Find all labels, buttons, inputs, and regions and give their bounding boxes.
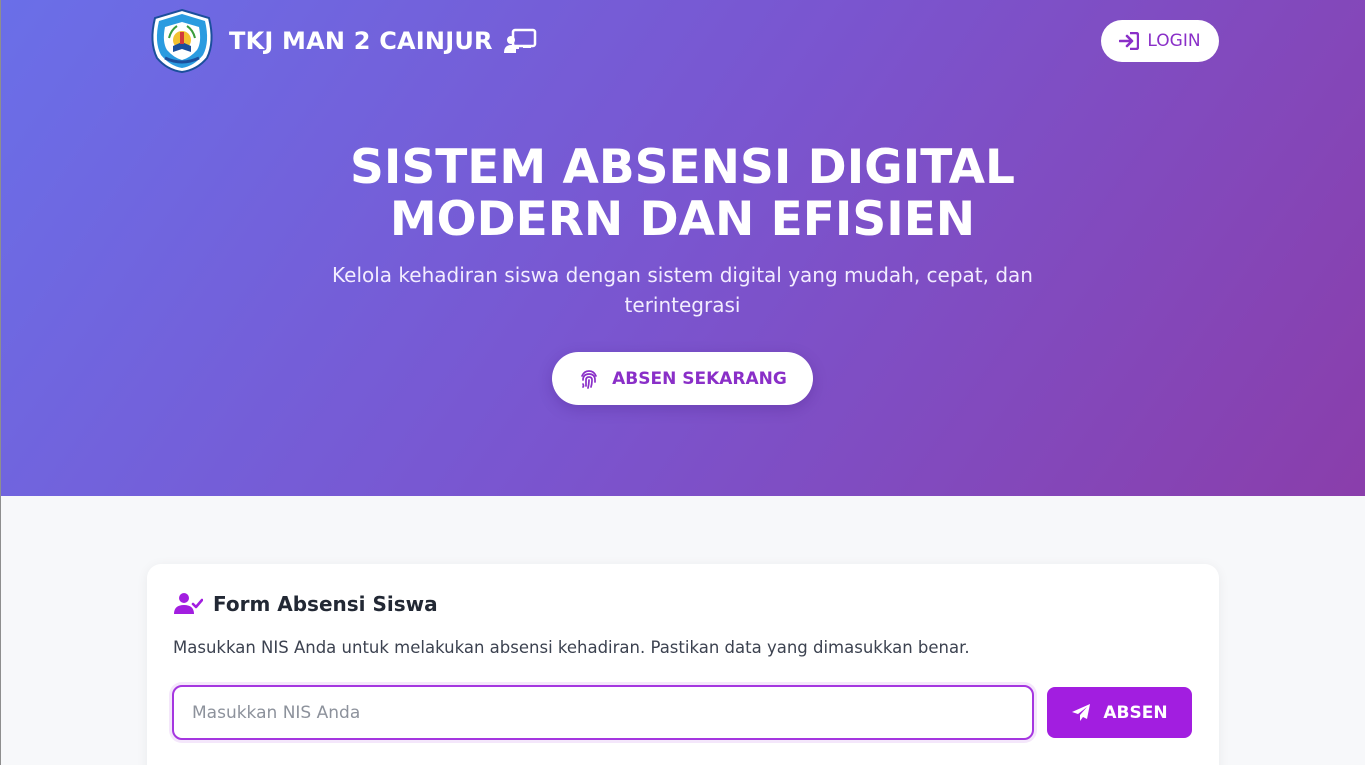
- form-title: Form Absensi Siswa: [213, 592, 438, 616]
- window-edge: [0, 0, 1, 765]
- hero-title-line2: MODERN DAN EFISIEN: [389, 192, 976, 247]
- login-button[interactable]: LOGIN: [1101, 20, 1219, 62]
- form-description: Masukkan NIS Anda untuk melakukan absens…: [173, 638, 970, 657]
- user-check-icon: [174, 593, 203, 614]
- brand-name: TKJ MAN 2 CAINJUR: [229, 27, 493, 55]
- absen-sekarang-button[interactable]: ABSEN SEKARANG: [552, 352, 813, 405]
- nis-input[interactable]: [172, 685, 1034, 740]
- login-label: LOGIN: [1147, 31, 1201, 51]
- hero-section: TKJ MAN 2 CAINJUR LOGIN SISTEM ABSENSI D…: [0, 0, 1365, 496]
- form-header: Form Absensi Siswa: [173, 592, 438, 616]
- paper-plane-icon: [1072, 703, 1091, 721]
- attendance-form-card: Form Absensi Siswa Masukkan NIS Anda unt…: [147, 564, 1219, 765]
- brand[interactable]: TKJ MAN 2 CAINJUR: [147, 8, 537, 74]
- chalkboard-teacher-icon: [503, 28, 537, 54]
- absen-submit-label: ABSEN: [1103, 702, 1168, 723]
- hero-title: SISTEM ABSENSI DIGITAL MODERN DAN EFISIE…: [0, 142, 1365, 246]
- hero-subtitle: Kelola kehadiran siswa dengan sistem dig…: [332, 263, 1033, 317]
- hero-title-line1: SISTEM ABSENSI DIGITAL: [350, 140, 1015, 195]
- navbar: TKJ MAN 2 CAINJUR LOGIN: [147, 8, 1219, 74]
- fingerprint-icon: [581, 369, 597, 389]
- sign-in-icon: [1119, 32, 1140, 50]
- school-logo: [147, 8, 217, 74]
- absen-submit-button[interactable]: ABSEN: [1047, 687, 1192, 738]
- absen-sekarang-label: ABSEN SEKARANG: [612, 368, 787, 389]
